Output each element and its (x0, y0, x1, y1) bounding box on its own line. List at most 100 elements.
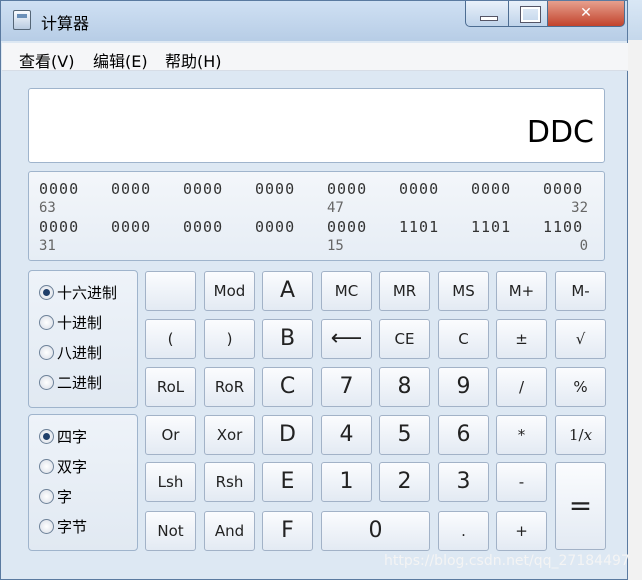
digit-2-button[interactable]: 2 (379, 462, 430, 502)
ror-button[interactable]: RoR (204, 367, 255, 407)
radio-dec[interactable]: 十进制 (39, 313, 102, 333)
radio-oct[interactable]: 八进制 (39, 343, 102, 363)
word-size-group: 四字 双字 字 字节 (28, 414, 138, 551)
bit-index-label: 15 (327, 238, 344, 254)
mc-button[interactable]: MC (321, 271, 372, 311)
digit-4-button[interactable]: 4 (321, 415, 372, 455)
m-minus-button[interactable]: M- (555, 271, 606, 311)
bit-group: 0000 (471, 180, 512, 198)
radio-label: 二进制 (57, 374, 103, 392)
left-paren-button[interactable]: ( (145, 319, 196, 359)
multiply-button[interactable]: * (496, 415, 547, 455)
calculator-window: 计算器 ✕ 查看(V) 编辑(E) 帮助(H) DDC 0000 0000 00… (0, 0, 628, 580)
bit-index-label: 31 (39, 238, 56, 254)
and-button[interactable]: And (204, 511, 255, 551)
rsh-button[interactable]: Rsh (204, 462, 255, 502)
percent-button[interactable]: % (555, 367, 606, 407)
radio-icon (39, 459, 54, 474)
display-value: DDC (526, 115, 594, 150)
radio-icon (39, 519, 54, 534)
hex-a-button[interactable]: A (262, 271, 313, 311)
clear-button[interactable]: C (438, 319, 489, 359)
bit-index-label: 63 (39, 200, 56, 216)
plus-minus-button[interactable]: ± (496, 319, 547, 359)
hex-f-button[interactable]: F (262, 511, 313, 551)
hex-b-button[interactable]: B (262, 319, 313, 359)
bit-group: 1101 (399, 218, 440, 236)
bit-index-label: 32 (571, 200, 588, 216)
radio-icon (39, 375, 54, 390)
bit-group: 1101 (471, 218, 512, 236)
ce-button[interactable]: CE (379, 319, 430, 359)
backspace-button[interactable]: ⟵ (321, 319, 372, 359)
bit-group: 0000 (39, 180, 80, 198)
radio-label: 字节 (57, 518, 88, 536)
m-plus-button[interactable]: M+ (496, 271, 547, 311)
lsh-button[interactable]: Lsh (145, 462, 196, 502)
hex-c-button[interactable]: C (262, 367, 313, 407)
digit-5-button[interactable]: 5 (379, 415, 430, 455)
subtract-button[interactable]: - (496, 462, 547, 502)
bit-group: 0000 (111, 218, 152, 236)
add-button[interactable]: + (496, 511, 547, 551)
radio-selected-icon (39, 285, 54, 300)
bit-index-label: 47 (327, 200, 344, 216)
window-title: 计算器 (41, 14, 90, 33)
digit-7-button[interactable]: 7 (321, 367, 372, 407)
xor-button[interactable]: Xor (204, 415, 255, 455)
radio-label: 十进制 (57, 314, 103, 332)
result-display: DDC (28, 88, 605, 163)
right-paren-button[interactable]: ) (204, 319, 255, 359)
radio-bin[interactable]: 二进制 (39, 373, 102, 393)
digit-6-button[interactable]: 6 (438, 415, 489, 455)
sqrt-button[interactable]: √ (555, 319, 606, 359)
bit-display: 0000 0000 0000 0000 0000 0000 0000 0000 … (28, 171, 605, 261)
divide-button[interactable]: / (496, 367, 547, 407)
digit-9-button[interactable]: 9 (438, 367, 489, 407)
mr-button[interactable]: MR (379, 271, 430, 311)
digit-3-button[interactable]: 3 (438, 462, 489, 502)
reciprocal-button[interactable]: 1/𝑥 (555, 415, 606, 455)
maximize-button[interactable] (508, 1, 548, 27)
calculator-icon (13, 10, 31, 30)
radio-selected-icon (39, 429, 54, 444)
radio-byte[interactable]: 字节 (39, 517, 87, 537)
hex-d-button[interactable]: D (262, 415, 313, 455)
minimize-button[interactable] (465, 1, 509, 27)
equals-button[interactable]: = (555, 462, 606, 550)
bit-group: 0000 (543, 180, 584, 198)
bit-group: 0000 (255, 180, 296, 198)
radio-label: 八进制 (57, 344, 103, 362)
radio-qword[interactable]: 四字 (39, 427, 87, 447)
mod-button[interactable]: Mod (204, 271, 255, 311)
not-button[interactable]: Not (145, 511, 196, 551)
ms-button[interactable]: MS (438, 271, 489, 311)
radio-icon (39, 315, 54, 330)
or-button[interactable]: Or (145, 415, 196, 455)
blank-button[interactable] (145, 271, 196, 311)
number-base-group: 十六进制 十进制 八进制 二进制 (28, 270, 138, 408)
digit-1-button[interactable]: 1 (321, 462, 372, 502)
bit-group: 0000 (399, 180, 440, 198)
radio-label: 四字 (57, 428, 88, 446)
menu-edit[interactable]: 编辑(E) (93, 48, 148, 72)
radio-dword[interactable]: 双字 (39, 457, 87, 477)
radio-icon (39, 345, 54, 360)
digit-0-button[interactable]: 0 (321, 511, 430, 551)
rol-button[interactable]: RoL (145, 367, 196, 407)
decimal-button[interactable]: . (438, 511, 489, 551)
bit-group: 1100 (543, 218, 584, 236)
digit-8-button[interactable]: 8 (379, 367, 430, 407)
bit-group: 0000 (327, 218, 368, 236)
watermark-text: https://blog.csdn.net/qq_27184497 (384, 553, 630, 569)
menu-view[interactable]: 查看(V) (19, 48, 74, 72)
menu-help[interactable]: 帮助(H) (165, 48, 222, 72)
radio-label: 双字 (57, 458, 88, 476)
hex-e-button[interactable]: E (262, 462, 313, 502)
radio-hex[interactable]: 十六进制 (39, 283, 117, 303)
bit-group: 0000 (111, 180, 152, 198)
radio-word[interactable]: 字 (39, 487, 72, 507)
bit-group: 0000 (183, 218, 224, 236)
close-button[interactable]: ✕ (547, 1, 625, 27)
radio-icon (39, 489, 54, 504)
